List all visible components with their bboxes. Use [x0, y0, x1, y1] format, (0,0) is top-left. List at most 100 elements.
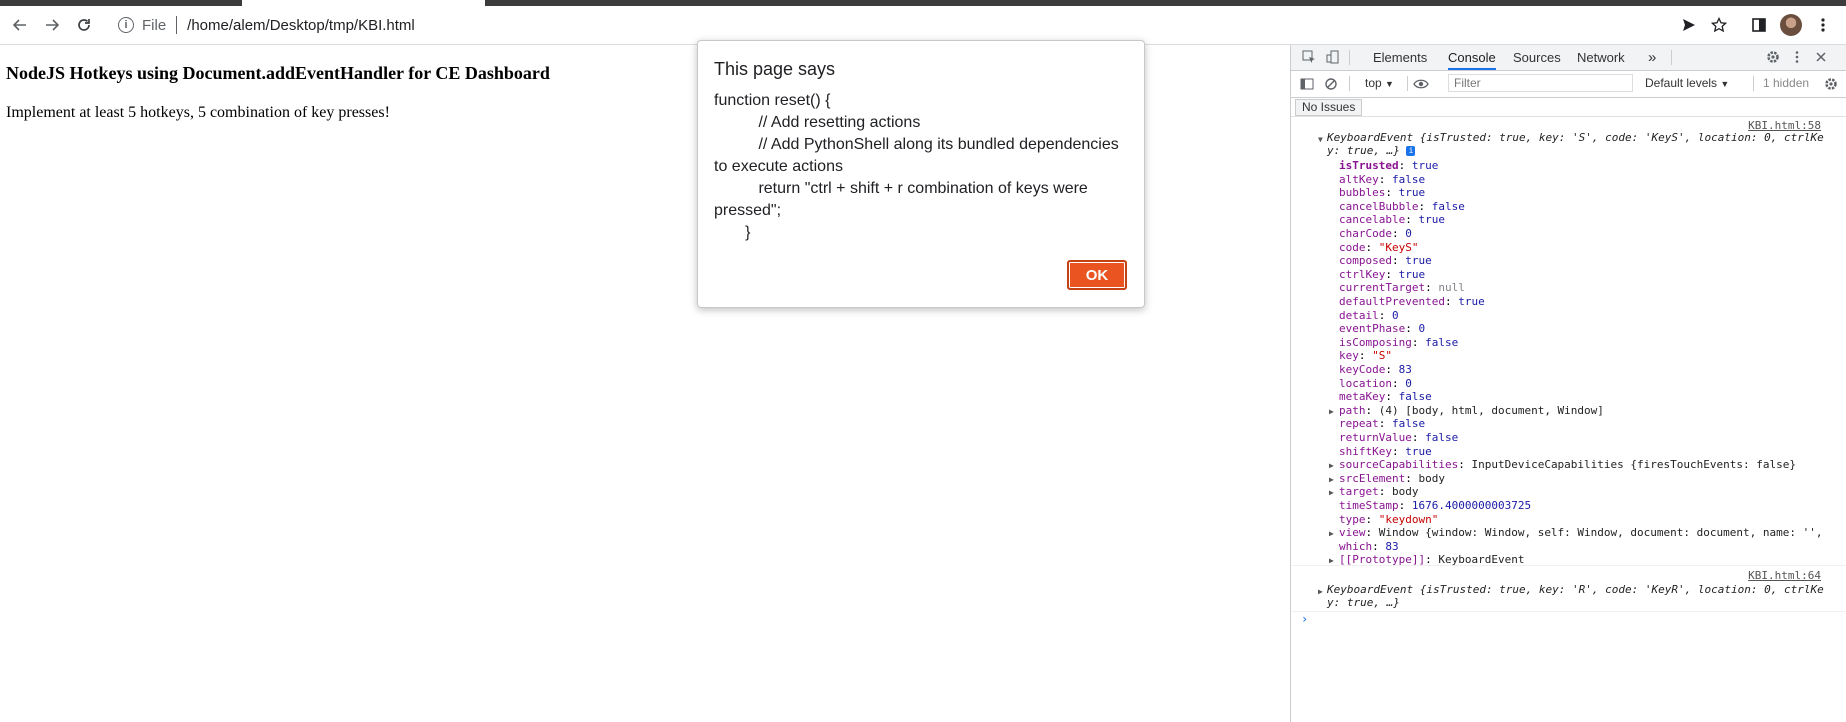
- property-expand-icon[interactable]: ▶: [1329, 473, 1334, 487]
- property-key: type: [1339, 512, 1366, 526]
- scheme-label: File: [142, 16, 167, 34]
- sidebar-toggle-icon[interactable]: [1299, 76, 1315, 92]
- property-value: "keydown": [1378, 512, 1439, 526]
- tab-network[interactable]: Network: [1577, 45, 1625, 70]
- property-colon: :: [1378, 485, 1392, 499]
- property-value: Window {window: Window, self: Window, do…: [1378, 526, 1823, 540]
- property-row[interactable]: path: (4) [body, html, document, Window]: [1339, 404, 1604, 418]
- toolbar-separator-3: [1753, 76, 1754, 91]
- profile-avatar[interactable]: [1780, 14, 1802, 36]
- bookmark-star-icon[interactable]: [1707, 13, 1731, 37]
- property-row: currentTarget: null: [1339, 281, 1465, 295]
- address-separator: [176, 16, 178, 34]
- property-row: cancelBubble: false: [1339, 200, 1465, 214]
- property-expand-icon[interactable]: ▶: [1329, 459, 1334, 473]
- message-source-link-2[interactable]: KBI.html:64: [1748, 569, 1821, 583]
- dialog-title: This page says: [714, 59, 836, 79]
- property-row[interactable]: target: body: [1339, 485, 1419, 499]
- object-summary-2[interactable]: KeyboardEvent {isTrusted: true, key: 'R'…: [1327, 583, 1824, 597]
- info-badge-icon[interactable]: i: [1406, 146, 1416, 156]
- side-panel-icon[interactable]: [1747, 13, 1771, 37]
- levels-label: Default levels: [1645, 76, 1718, 90]
- reload-icon[interactable]: [72, 13, 96, 37]
- property-key: path: [1339, 403, 1366, 417]
- property-value: false: [1392, 417, 1426, 431]
- property-row: charCode: 0: [1339, 227, 1412, 241]
- hidden-count: 1 hidden: [1763, 76, 1810, 90]
- property-colon: :: [1378, 417, 1392, 431]
- console-settings-gear-icon[interactable]: [1823, 76, 1839, 92]
- property-key: composed: [1339, 254, 1392, 268]
- property-row[interactable]: view: Window {window: Window, self: Wind…: [1339, 526, 1822, 540]
- property-row: ctrlKey: true: [1339, 268, 1425, 282]
- property-value: true: [1398, 267, 1426, 281]
- property-row[interactable]: srcElement: body: [1339, 472, 1445, 486]
- property-key: view: [1339, 526, 1366, 540]
- property-colon: :: [1391, 227, 1406, 240]
- property-colon: :: [1425, 281, 1439, 295]
- levels-dropdown[interactable]: Default levels ▼: [1645, 76, 1729, 90]
- property-colon: :: [1365, 526, 1379, 540]
- console-prompt[interactable]: ›: [1301, 612, 1308, 627]
- settings-gear-icon[interactable]: [1765, 49, 1781, 65]
- expand-triangle-icon[interactable]: ▼: [1318, 133, 1323, 147]
- property-row: cancelable: true: [1339, 213, 1445, 227]
- property-colon: :: [1411, 335, 1426, 349]
- devtools-menu-icon[interactable]: [1789, 49, 1805, 65]
- back-icon[interactable]: [8, 13, 32, 37]
- filter-input[interactable]: Filter: [1448, 74, 1633, 92]
- property-colon: :: [1378, 172, 1392, 186]
- info-icon[interactable]: i: [118, 17, 134, 33]
- property-row: eventPhase: 0: [1339, 322, 1425, 336]
- menu-kebab-icon[interactable]: [1811, 13, 1835, 37]
- issues-bar: No Issues: [1291, 98, 1846, 117]
- chevron-down-icon: ▼: [1720, 79, 1730, 89]
- property-key: altKey: [1339, 172, 1379, 186]
- forward-icon[interactable]: [40, 13, 64, 37]
- tab-sources[interactable]: Sources: [1513, 45, 1561, 70]
- property-expand-icon[interactable]: ▶: [1329, 527, 1334, 541]
- inspect-element-icon[interactable]: [1301, 49, 1317, 65]
- property-value: 0: [1405, 376, 1412, 390]
- property-key: charCode: [1339, 227, 1392, 240]
- live-expression-eye-icon[interactable]: [1413, 76, 1429, 92]
- object-summary-line2: y: true, …}: [1327, 144, 1400, 157]
- property-colon: :: [1365, 403, 1379, 417]
- property-value: false: [1398, 390, 1432, 404]
- property-key: ctrlKey: [1339, 267, 1386, 281]
- property-colon: :: [1385, 390, 1399, 404]
- device-toggle-icon[interactable]: [1325, 49, 1341, 65]
- more-tabs-icon[interactable]: »: [1648, 45, 1656, 70]
- send-icon[interactable]: [1677, 13, 1701, 37]
- collapsed-triangle-icon[interactable]: ▶: [1318, 585, 1323, 599]
- property-key: key: [1339, 349, 1359, 363]
- property-colon: :: [1458, 458, 1472, 472]
- context-selector[interactable]: top ▼: [1365, 76, 1394, 90]
- property-key: timeStamp: [1339, 499, 1399, 512]
- ok-button[interactable]: OK: [1067, 260, 1127, 290]
- page-heading: NodeJS Hotkeys using Document.addEventHa…: [6, 63, 550, 83]
- clear-console-icon[interactable]: [1323, 76, 1339, 92]
- tab-elements[interactable]: Elements: [1373, 45, 1427, 70]
- property-row: returnValue: false: [1339, 431, 1458, 445]
- property-colon: :: [1391, 444, 1406, 458]
- property-key: keyCode: [1339, 363, 1386, 376]
- property-value: null: [1438, 281, 1465, 295]
- property-colon: :: [1385, 186, 1399, 200]
- tab-console[interactable]: Console: [1448, 45, 1496, 70]
- property-key: code: [1339, 240, 1366, 254]
- object-summary-2-cont: y: true, …}: [1327, 596, 1400, 610]
- url-text[interactable]: /home/alem/Desktop/tmp/KBI.html: [187, 17, 415, 34]
- object-summary[interactable]: KeyboardEvent {isTrusted: true, key: 'S'…: [1327, 131, 1824, 145]
- close-devtools-icon[interactable]: [1813, 49, 1829, 65]
- property-row[interactable]: sourceCapabilities: InputDeviceCapabilit…: [1339, 458, 1796, 472]
- property-key: which: [1339, 539, 1373, 553]
- toolbar-separator: [1349, 76, 1350, 91]
- property-expand-icon[interactable]: ▶: [1329, 486, 1334, 500]
- property-expand-icon[interactable]: ▶: [1329, 405, 1334, 419]
- address-bar[interactable]: i File /home/alem/Desktop/tmp/KBI.html: [108, 10, 1673, 40]
- issues-button[interactable]: No Issues: [1295, 99, 1363, 116]
- property-value: (4) [body, html, document, Window]: [1378, 403, 1604, 417]
- property-key: currentTarget: [1339, 281, 1426, 295]
- property-colon: :: [1385, 267, 1399, 281]
